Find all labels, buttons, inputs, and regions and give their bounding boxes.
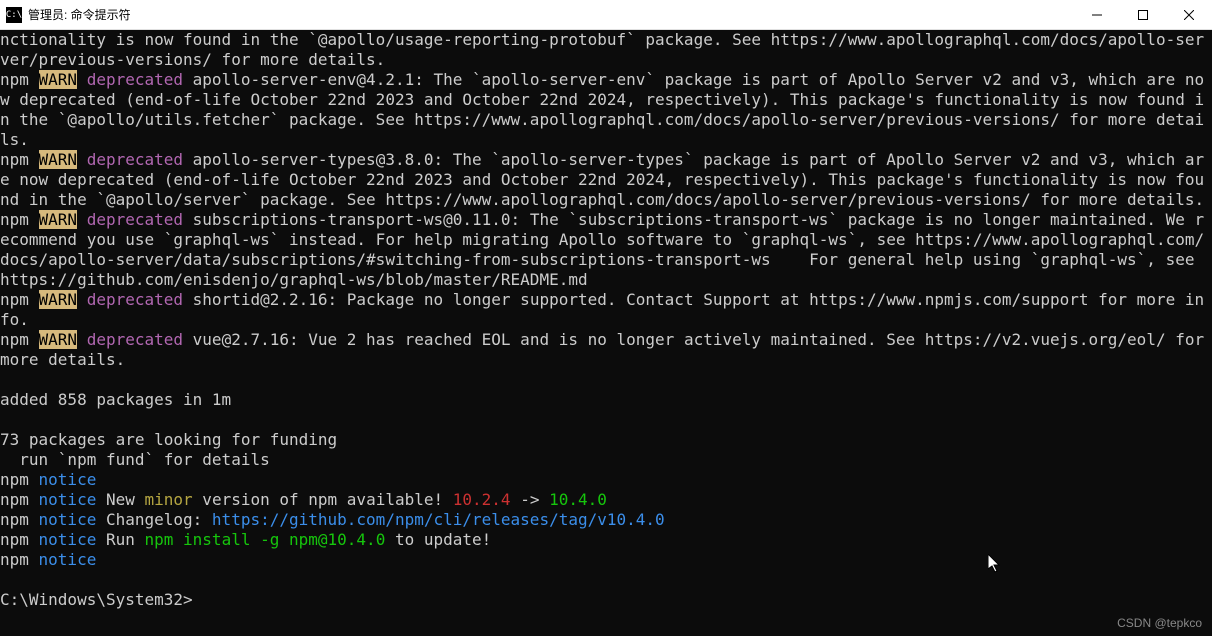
warn-badge: WARN <box>39 70 78 89</box>
output-text: Run <box>96 530 144 549</box>
changelog-url: https://github.com/npm/cli/releases/tag/… <box>212 510 665 529</box>
notice-label: notice <box>39 470 97 489</box>
npm-label: npm <box>0 290 39 309</box>
npm-label: npm <box>0 150 39 169</box>
deprecated-label: deprecated <box>77 330 183 349</box>
notice-label: notice <box>39 510 97 529</box>
close-button[interactable] <box>1166 0 1212 29</box>
warn-badge: WARN <box>39 330 78 349</box>
minor-label: minor <box>145 490 193 509</box>
output-text: -> <box>511 490 550 509</box>
npm-label: npm <box>0 70 39 89</box>
watermark: CSDN @tepkco <box>1117 616 1202 630</box>
npm-label: npm <box>0 330 39 349</box>
npm-label: npm <box>0 550 39 569</box>
cmd-icon: C:\ <box>6 7 22 23</box>
output-line: added 858 packages in 1m <box>0 390 231 409</box>
minimize-button[interactable] <box>1074 0 1120 29</box>
warn-badge: WARN <box>39 150 78 169</box>
deprecated-label: deprecated <box>77 70 183 89</box>
warn-badge: WARN <box>39 290 78 309</box>
output-line: run `npm fund` for details <box>0 450 270 469</box>
new-version: 10.4.0 <box>549 490 607 509</box>
output-text: to update! <box>385 530 491 549</box>
notice-label: notice <box>39 530 97 549</box>
deprecated-label: deprecated <box>77 210 183 229</box>
window-titlebar: C:\ 管理员: 命令提示符 <box>0 0 1212 30</box>
output-text: New <box>96 490 144 509</box>
npm-label: npm <box>0 470 39 489</box>
output-text: version of npm available! <box>193 490 453 509</box>
window-title: 管理员: 命令提示符 <box>28 6 131 23</box>
output-text: Changelog: <box>96 510 212 529</box>
npm-label: npm <box>0 510 39 529</box>
window-controls <box>1074 0 1212 29</box>
notice-label: notice <box>39 550 97 569</box>
npm-label: npm <box>0 490 39 509</box>
output-line: 73 packages are looking for funding <box>0 430 337 449</box>
old-version: 10.2.4 <box>453 490 511 509</box>
terminal-output: nctionality is now found in the `@apollo… <box>0 30 1212 610</box>
deprecated-label: deprecated <box>77 290 183 309</box>
notice-label: notice <box>39 490 97 509</box>
prompt: C:\Windows\System32> <box>0 590 193 609</box>
terminal-area[interactable]: nctionality is now found in the `@apollo… <box>0 30 1212 636</box>
deprecated-label: deprecated <box>77 150 183 169</box>
npm-label: npm <box>0 210 39 229</box>
npm-label: npm <box>0 530 39 549</box>
warn-badge: WARN <box>39 210 78 229</box>
output-line: nctionality is now found in the `@apollo… <box>0 30 1204 69</box>
install-command: npm install -g npm@10.4.0 <box>145 530 386 549</box>
maximize-button[interactable] <box>1120 0 1166 29</box>
title-left: C:\ 管理员: 命令提示符 <box>0 6 131 23</box>
